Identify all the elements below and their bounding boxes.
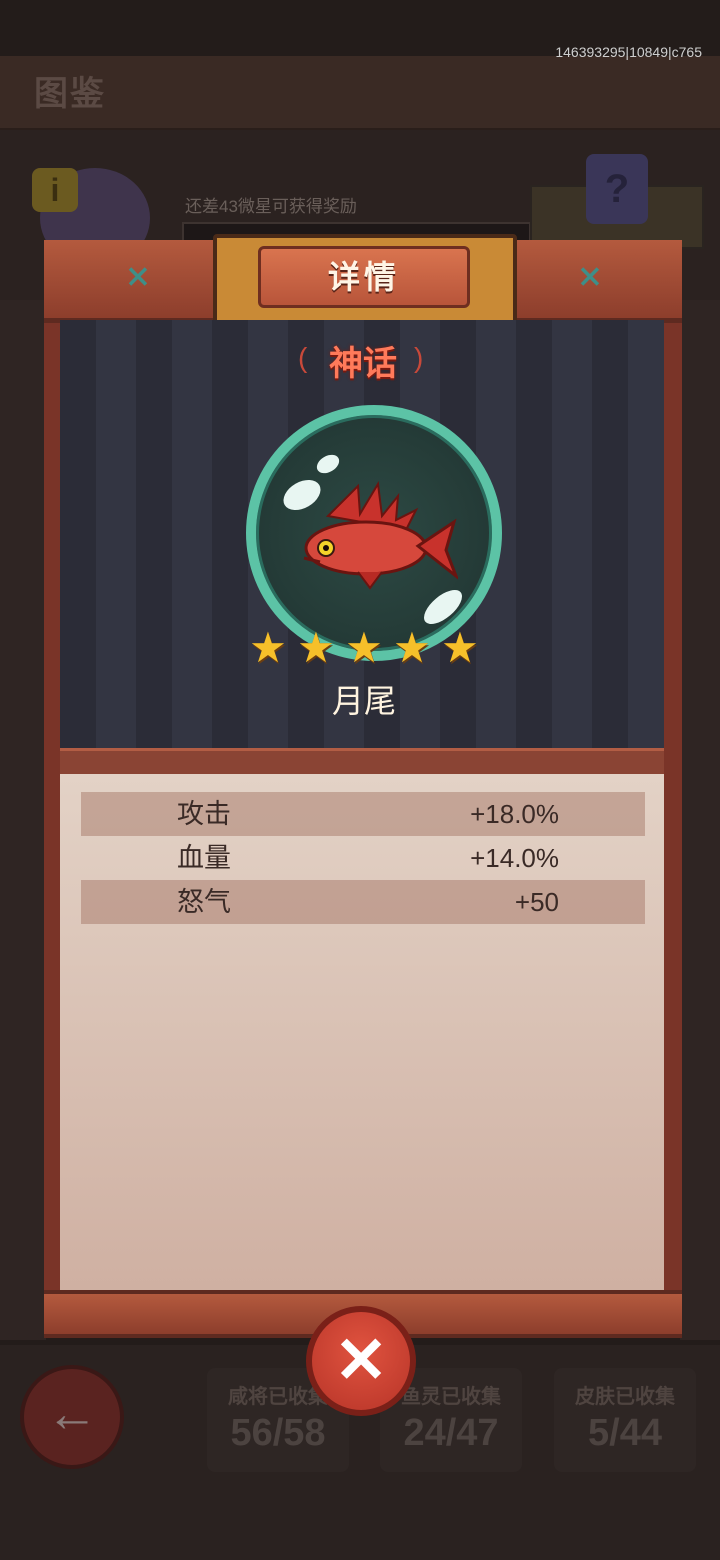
question-mark-icon[interactable]: ? [586,154,648,224]
collection-card-skins[interactable]: 皮肤已收集 5/44 [554,1368,696,1472]
stat-value: +50 [514,887,559,917]
stat-name: 攻击 [177,799,231,829]
collection-value: 5/44 [588,1412,662,1454]
rarity-badge: 神话 [329,345,397,383]
stat-name: 怒气 [177,887,231,917]
back-button[interactable]: ← [20,1365,124,1469]
fish-bone-right-icon: ⨯ [577,260,603,293]
collection-value: 56/58 [230,1412,326,1454]
stat-row-attack: 攻击 +18.0% [81,792,645,836]
stat-value: +18.0% [470,799,559,829]
star-icon: ★ [345,624,383,671]
background-right-column [680,300,720,1340]
collection-value: 24/47 [403,1412,499,1454]
background-header [0,56,720,132]
stat-value: +14.0% [470,843,559,873]
star-icon: ★ [393,624,431,671]
stat-row-hp: 血量 +14.0% [81,836,645,880]
collection-label: 皮肤已收集 [575,1386,675,1408]
debug-id-text: 146393295|10849|c765 [555,44,702,60]
back-arrow-icon: ← [46,1385,98,1443]
fish-name: 月尾 [331,683,396,719]
close-icon: ✕ [334,1324,388,1396]
star-rating: ★ ★ ★ ★ ★ [246,626,482,672]
section-divider [60,748,664,777]
info-icon[interactable]: i [32,168,78,212]
close-button[interactable]: ✕ [306,1306,416,1416]
star-icon: ★ [441,624,479,671]
reward-progress-text: 还差43微星可获得奖励 [185,197,357,216]
star-icon: ★ [297,624,335,671]
fish-bone-left-icon: ⨯ [125,260,151,293]
background-left-column [0,300,46,1340]
modal-title: 详情 [258,246,470,308]
star-icon: ★ [249,624,287,671]
stat-name: 血量 [177,843,231,873]
red-fish-icon [303,481,458,590]
stat-row-rage: 怒气 +50 [81,880,645,924]
page-title: 图鉴 [34,75,106,113]
